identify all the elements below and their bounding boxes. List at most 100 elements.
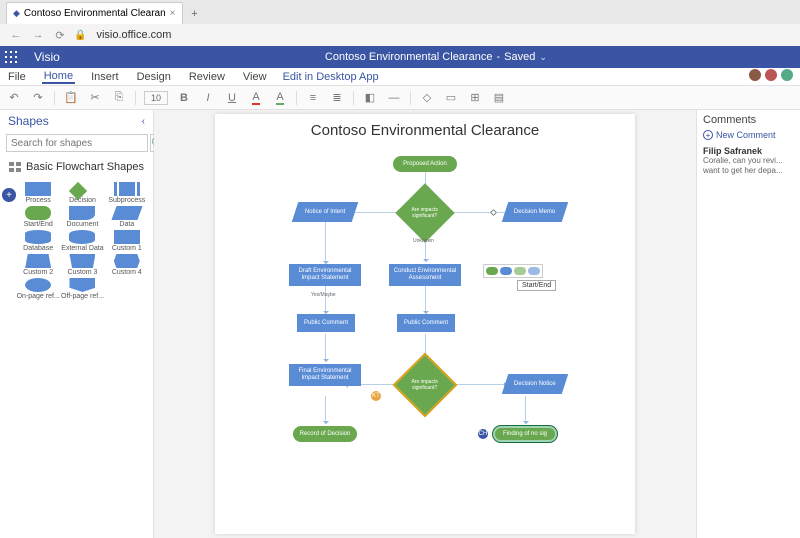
comments-pane: Comments + New Comment Filip Safranek Co… [696,110,800,538]
canvas[interactable]: Contoso Environmental Clearance Proposed… [154,110,696,538]
connection-handle[interactable] [490,209,497,216]
style-swatch[interactable] [514,267,526,275]
comment-body[interactable]: Coralie, can you revi... want to get her… [703,156,794,175]
node-public-comment-1[interactable]: Public Comment [297,314,355,332]
shape-decision[interactable]: Decision [60,182,104,204]
stencil-header[interactable]: Basic Flowchart Shapes [0,154,153,180]
connector[interactable] [325,396,326,424]
fill-button[interactable]: ◧ [362,90,378,106]
font-size-input[interactable]: 10 [144,91,168,105]
shape-database[interactable]: Database [16,230,60,252]
tab-review[interactable]: Review [187,71,227,83]
shape-custom3[interactable]: Custom 3 [60,254,104,276]
tab-strip: ◆ Contoso Environmental Clearan × + [0,0,800,24]
shape-grid: Process Decision Subprocess Start/End Do… [0,180,153,306]
highlight-button[interactable]: A [272,90,288,106]
new-comment-button[interactable]: + New Comment [703,130,794,140]
style-swatch[interactable] [500,267,512,275]
drawing-page[interactable]: Contoso Environmental Clearance Proposed… [215,114,635,534]
undo-button[interactable]: ↶ [6,90,22,106]
redo-button[interactable]: ↷ [30,90,46,106]
comment-badge[interactable]: CH [477,428,489,440]
shape-custom2[interactable]: Custom 2 [16,254,60,276]
connector[interactable] [325,286,326,314]
back-button[interactable]: ← [8,27,24,43]
copy-button[interactable]: ⎘ [111,90,127,106]
shape-data[interactable]: Data [105,206,149,228]
collapse-icon[interactable]: ‹ [142,116,145,127]
toolbar: ↶ ↷ 📋 ✂ ⎘ 10 B I U A A ≡ ≣ ◧ — ◇ ▭ ⊞ ▤ [0,86,800,110]
line-button[interactable]: — [386,90,402,106]
shape-search-input[interactable] [6,134,148,152]
separator [296,91,297,105]
connector[interactable] [425,286,426,314]
node-notice-intent[interactable]: Notice of Intent [292,202,358,222]
font-color-button[interactable]: A [248,90,264,106]
comment-badge[interactable]: KT [370,390,382,402]
align-middle-button[interactable]: ≣ [329,90,345,106]
plus-icon: + [703,130,713,140]
shape-custom4[interactable]: Custom 4 [105,254,149,276]
shape-document[interactable]: Document [60,206,104,228]
document-title[interactable]: Contoso Environmental Clearance - Saved … [72,51,800,63]
avatar[interactable] [748,68,762,82]
shape-external-data[interactable]: External Data [60,230,104,252]
tab-design[interactable]: Design [135,71,173,83]
quick-style-popover[interactable] [483,264,543,278]
tab-insert[interactable]: Insert [89,71,121,83]
underline-button[interactable]: U [224,90,240,106]
browser-tab[interactable]: ◆ Contoso Environmental Clearan × [6,2,183,24]
node-decision-memo[interactable]: Decision Memo [502,202,568,222]
node-decision-notice[interactable]: Decision Notice [502,374,568,394]
node-draft-eis[interactable]: Draft Environmental Impact Statement [289,264,361,286]
style-swatch[interactable] [528,267,540,275]
node-conduct-ea[interactable]: Conduct Environmental Assessment [389,264,461,286]
align-button[interactable]: ≡ [305,90,321,106]
cut-button[interactable]: ✂ [87,90,103,106]
connector-label-unknown: Unknown [413,238,434,244]
connector[interactable] [325,222,326,264]
main-area: Shapes ‹ 🔍 Basic Flowchart Shapes Proces… [0,110,800,538]
node-record-decision[interactable]: Record of Decision [293,426,357,442]
shape-process[interactable]: Process [16,182,60,204]
new-tab-button[interactable]: + [185,4,205,24]
tab-view[interactable]: View [241,71,269,83]
connector[interactable] [525,396,526,424]
bold-button[interactable]: B [176,90,192,106]
shape-subprocess[interactable]: Subprocess [105,182,149,204]
shape-custom1[interactable]: Custom 1 [105,230,149,252]
presence-avatars [748,68,794,82]
address-bar[interactable]: visio.office.com [92,29,171,41]
add-stencil-button[interactable]: + [2,188,16,202]
app-header: Visio Contoso Environmental Clearance - … [0,46,800,68]
refresh-button[interactable]: ⟳ [52,27,68,43]
shape-style-button[interactable]: ◇ [419,90,435,106]
node-impacts-significant-2[interactable]: Are impacts significant? [395,355,454,414]
connector[interactable] [447,384,507,385]
shape-offpage-ref[interactable]: Off-page ref... [60,278,104,300]
node-proposed-action[interactable]: Proposed Action [393,156,457,172]
shape-startend[interactable]: Start/End [16,206,60,228]
tab-close-icon[interactable]: × [170,8,176,19]
style-swatch[interactable] [486,267,498,275]
node-finding-no-sig[interactable]: Finding of no sig [493,426,557,442]
node-final-eis[interactable]: Final Environmental Impact Statement [289,364,361,386]
avatar[interactable] [764,68,778,82]
ribbon-tabs: File Home Insert Design Review View Edit… [0,68,800,86]
node-impacts-significant-1[interactable]: Are impacts significant? [395,183,454,242]
tab-home[interactable]: Home [42,70,75,84]
paste-button[interactable]: 📋 [63,90,79,106]
node-public-comment-2[interactable]: Public Comment [397,314,455,332]
group-button[interactable]: ⊞ [467,90,483,106]
app-launcher-button[interactable] [0,46,22,68]
arrange-button[interactable]: ▭ [443,90,459,106]
edit-desktop-link[interactable]: Edit in Desktop App [283,71,379,83]
italic-button[interactable]: I [200,90,216,106]
bring-front-button[interactable]: ▤ [491,90,507,106]
avatar[interactable] [780,68,794,82]
tab-file[interactable]: File [6,71,28,83]
address-bar-row: ← → ⟳ 🔒 visio.office.com [0,24,800,46]
shape-onpage-ref[interactable]: On-page ref... [16,278,60,300]
forward-button[interactable]: → [30,27,46,43]
connector[interactable] [325,334,326,362]
